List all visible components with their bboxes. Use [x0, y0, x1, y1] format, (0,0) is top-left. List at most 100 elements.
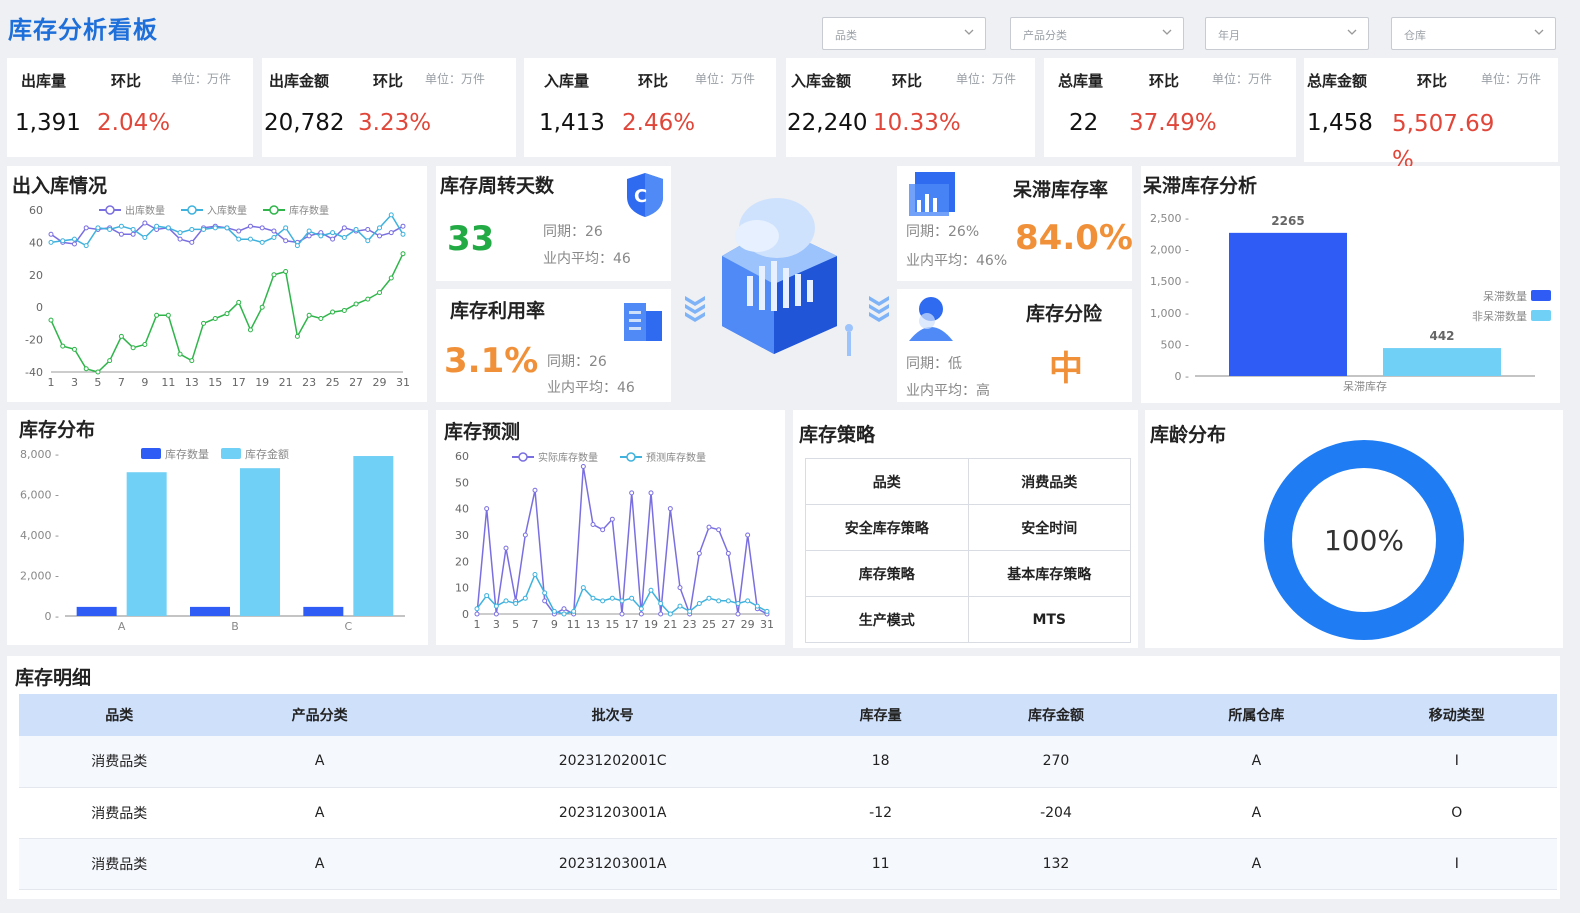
x-tick-label: 5 [512, 618, 519, 631]
data-point [388, 230, 394, 236]
data-point [542, 590, 548, 596]
kpi-hb-label: 环比 [638, 72, 669, 90]
table-cell: 消费品类 [19, 736, 220, 788]
table-cell: 270 [955, 736, 1157, 788]
column-header[interactable]: 库存金额 [955, 694, 1157, 736]
table-cell: A [1156, 736, 1357, 788]
kpi-name: 出库量 [21, 72, 67, 90]
x-tick-label: 21 [663, 618, 677, 631]
data-point [236, 228, 242, 234]
utilization-period: 同期：26 [547, 354, 607, 370]
y-tick-label: 0 [36, 301, 43, 314]
y-tick-label: 60 [455, 450, 469, 463]
column-header[interactable]: 产品分类 [219, 694, 420, 736]
inout-card: 出入库情况 60 40 20 0 -20 -40 1 3 5 7 9 11 13 15 17 19 21 23 25… [7, 166, 427, 402]
data-point [107, 358, 113, 364]
strategy-key: 品类 [805, 458, 969, 505]
table-row[interactable]: 消费品类 A 20231202001C 18 270 A I [19, 736, 1557, 788]
forecast-card: 库存预测 60 50 40 30 20 10 0 1 3 5 7 9 11 13 15 17 19 21 23 25 2… [436, 410, 785, 645]
data-point [259, 225, 265, 231]
stagnant-analysis-card: 呆滞库存分析 2,500 - 2,000 - 1,500 - 1,000 - 500 -… [1141, 166, 1560, 403]
kpi-unit: 单位：万件 [425, 72, 486, 86]
x-tick-label: 5 [94, 376, 101, 389]
column-header[interactable]: 库存量 [805, 694, 956, 736]
data-point [48, 317, 54, 323]
table-row[interactable]: 消费品类 A 20231203001A 11 132 A I [19, 838, 1557, 890]
data-point [83, 243, 89, 249]
data-point [619, 598, 625, 604]
legend-swatch [141, 448, 161, 459]
bar [126, 472, 167, 616]
column-header[interactable]: 移动类型 [1356, 694, 1557, 736]
data-point [716, 598, 722, 604]
y-tick-label: 1,000 - [1150, 307, 1189, 320]
data-point [271, 272, 277, 278]
y-tick-label: 1,500 - [1150, 275, 1189, 288]
column-header[interactable]: 所属仓库 [1156, 694, 1357, 736]
data-point [648, 490, 654, 496]
section-title: 库龄分布 [1150, 424, 1227, 446]
x-tick-label: 29 [373, 376, 387, 389]
data-point [503, 545, 509, 551]
y-tick-label: 20 [29, 269, 43, 282]
y-tick-label: 30 [455, 529, 469, 542]
strategy-row: 品类 消费品类 [805, 458, 1131, 505]
kpi-name: 总库量 [1058, 72, 1104, 90]
section-title: 呆滞库存率 [1013, 179, 1109, 201]
table-cell: A [1156, 787, 1357, 839]
y-tick-label: 60 [29, 204, 43, 217]
table-cell: 11 [805, 838, 956, 890]
x-tick-label: 27 [721, 618, 735, 631]
section-title: 库存明细 [15, 667, 92, 689]
x-tick-label: 15 [605, 618, 619, 631]
filter-month[interactable]: 年月 [1205, 17, 1369, 50]
data-point [283, 225, 289, 231]
section-title: 库存周转天数 [440, 175, 555, 197]
data-point [609, 595, 615, 601]
x-tick-label: 1 [48, 376, 55, 389]
y-tick-label: 2,000 - [1150, 244, 1189, 257]
legend-label: 库存数量 [289, 204, 329, 217]
turnover-avg: 业内平均：46 [543, 251, 631, 267]
column-header[interactable]: 批次号 [419, 694, 806, 736]
y-tick-label: 50 [455, 476, 469, 489]
table-cell: A [219, 838, 420, 890]
data-point [271, 228, 277, 234]
risk-value: 中 [1049, 349, 1083, 389]
data-point [247, 327, 253, 333]
filter-warehouse[interactable]: 仓库 [1391, 17, 1556, 50]
chevron-down-icon [1162, 29, 1172, 35]
section-title: 库存利用率 [450, 300, 546, 322]
data-point [377, 225, 383, 231]
table-cell: -204 [955, 787, 1157, 839]
data-point [212, 225, 218, 231]
y-tick-label: 40 [29, 236, 43, 249]
turnover-value: 33 [447, 219, 495, 259]
data-point [177, 236, 183, 242]
y-tick-label: 2,500 - [1150, 212, 1189, 225]
kpi-card-total-amount: 总库金额 环比 单位：万件 1,458 5,507.69 % [1304, 58, 1558, 173]
kpi-card-outbound-qty: 出库量 环比 单位：万件 1,391 2.04% [7, 58, 253, 157]
table-row[interactable]: 消费品类 A 20231203001A -12 -204 A O [19, 787, 1557, 839]
data-point [83, 225, 89, 231]
data-point [154, 312, 160, 318]
data-point [503, 598, 509, 604]
filter-product-class[interactable]: 产品分类 [1010, 17, 1184, 50]
data-point [542, 598, 548, 604]
data-point [330, 309, 336, 315]
data-point [247, 236, 253, 242]
column-header[interactable]: 品类 [19, 694, 220, 736]
data-point [658, 600, 664, 606]
table-cell: I [1356, 838, 1557, 890]
x-tick-label: 13 [586, 618, 600, 631]
table-cell: 20231202001C [419, 736, 806, 788]
data-point [571, 608, 577, 614]
data-point [590, 521, 596, 527]
data-point [259, 239, 265, 245]
data-point [365, 226, 371, 232]
data-point [522, 595, 528, 601]
filter-category[interactable]: 品类 [822, 17, 986, 50]
data-point [294, 243, 300, 249]
data-point [48, 231, 54, 237]
data-point [283, 269, 289, 275]
